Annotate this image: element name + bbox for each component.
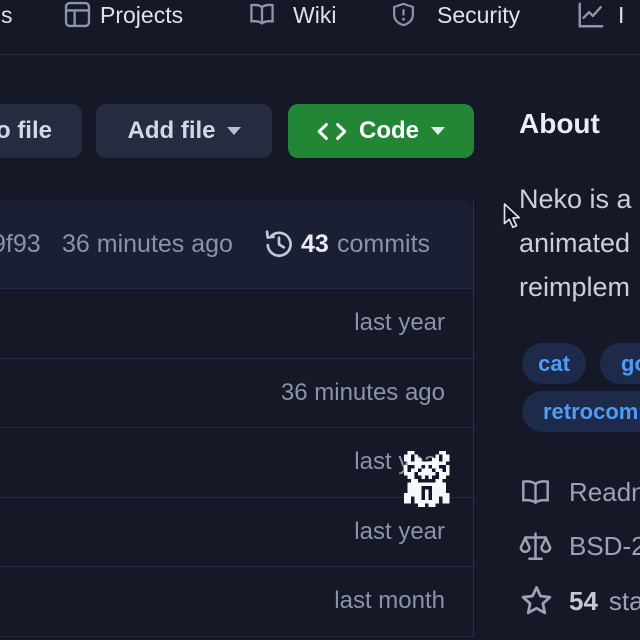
nav-divider bbox=[0, 54, 640, 55]
file-row[interactable]: last year bbox=[0, 498, 473, 568]
commits-label[interactable]: commits bbox=[337, 200, 430, 288]
commit-time: 36 minutes ago bbox=[62, 200, 233, 288]
tab-label: Security bbox=[437, 0, 520, 30]
topic-tag-retrocomputing[interactable]: retrocomp bbox=[522, 391, 640, 432]
topic-tag-cat[interactable]: cat bbox=[522, 343, 586, 384]
about-description-line: Neko is a bbox=[519, 184, 632, 215]
caret-down-icon bbox=[431, 127, 445, 135]
file-row[interactable]: last year bbox=[0, 428, 473, 498]
file-row[interactable]: last year bbox=[0, 289, 473, 359]
file-updated: 36 minutes ago bbox=[281, 379, 445, 407]
add-file-label: Add file bbox=[128, 117, 216, 145]
file-row[interactable]: last month bbox=[0, 567, 473, 637]
tab-label: Wiki bbox=[293, 0, 336, 30]
about-description-line: reimplem bbox=[519, 272, 630, 303]
file-updated: last month bbox=[334, 587, 445, 615]
goto-file-label: o file bbox=[0, 117, 52, 145]
book-icon bbox=[249, 2, 275, 28]
file-updated: last year bbox=[354, 518, 445, 546]
topic-tag-go[interactable]: go bbox=[600, 343, 640, 384]
neko-cat-sprite bbox=[404, 451, 450, 507]
law-icon bbox=[519, 529, 552, 563]
latest-commit-bar: 9f93 36 minutes ago 43 commits bbox=[0, 200, 473, 289]
commit-hash-link[interactable]: 9f93 bbox=[0, 200, 41, 288]
stars-link[interactable]: 54 sta bbox=[519, 584, 640, 618]
tab-projects[interactable]: Projects bbox=[64, 0, 183, 30]
readme-label: Readn bbox=[569, 477, 640, 508]
tab-label: I bbox=[618, 0, 624, 30]
code-label: Code bbox=[359, 117, 419, 145]
tab-insights[interactable]: I bbox=[576, 0, 624, 30]
code-icon bbox=[317, 123, 347, 140]
file-table: 9f93 36 minutes ago 43 commits last year… bbox=[0, 200, 474, 637]
mouse-cursor bbox=[503, 203, 521, 229]
graph-icon bbox=[576, 0, 606, 30]
star-icon bbox=[519, 584, 554, 618]
topic-label: cat bbox=[538, 351, 570, 377]
license-label: BSD-2 bbox=[569, 531, 640, 562]
tab-fragment[interactable]: s bbox=[1, 0, 13, 30]
readme-link[interactable]: Readn bbox=[519, 477, 640, 508]
file-row[interactable]: 36 minutes ago bbox=[0, 359, 473, 429]
history-icon bbox=[264, 229, 294, 259]
file-updated: last year bbox=[354, 309, 445, 337]
license-link[interactable]: BSD-2 bbox=[519, 529, 640, 563]
add-file-button[interactable]: Add file bbox=[96, 104, 272, 158]
commit-count[interactable]: 43 bbox=[301, 200, 329, 288]
about-heading: About bbox=[519, 108, 600, 140]
star-count: 54 bbox=[569, 586, 598, 617]
tab-security[interactable]: Security bbox=[391, 0, 520, 30]
about-description-line: animated bbox=[519, 228, 630, 259]
caret-down-icon bbox=[227, 127, 241, 135]
shield-icon bbox=[391, 2, 416, 27]
topic-label: go bbox=[621, 351, 640, 377]
tab-label: Projects bbox=[100, 0, 183, 30]
code-button[interactable]: Code bbox=[288, 104, 474, 158]
book-icon bbox=[519, 478, 552, 508]
goto-file-button[interactable]: o file bbox=[0, 104, 82, 158]
tab-wiki[interactable]: Wiki bbox=[249, 0, 336, 30]
stars-label: sta bbox=[609, 586, 640, 617]
repo-tab-bar: s Projects Wiki Security I bbox=[0, 0, 640, 55]
topic-label: retrocomp bbox=[543, 399, 640, 425]
table-icon bbox=[64, 1, 91, 28]
history-link[interactable] bbox=[264, 200, 294, 288]
